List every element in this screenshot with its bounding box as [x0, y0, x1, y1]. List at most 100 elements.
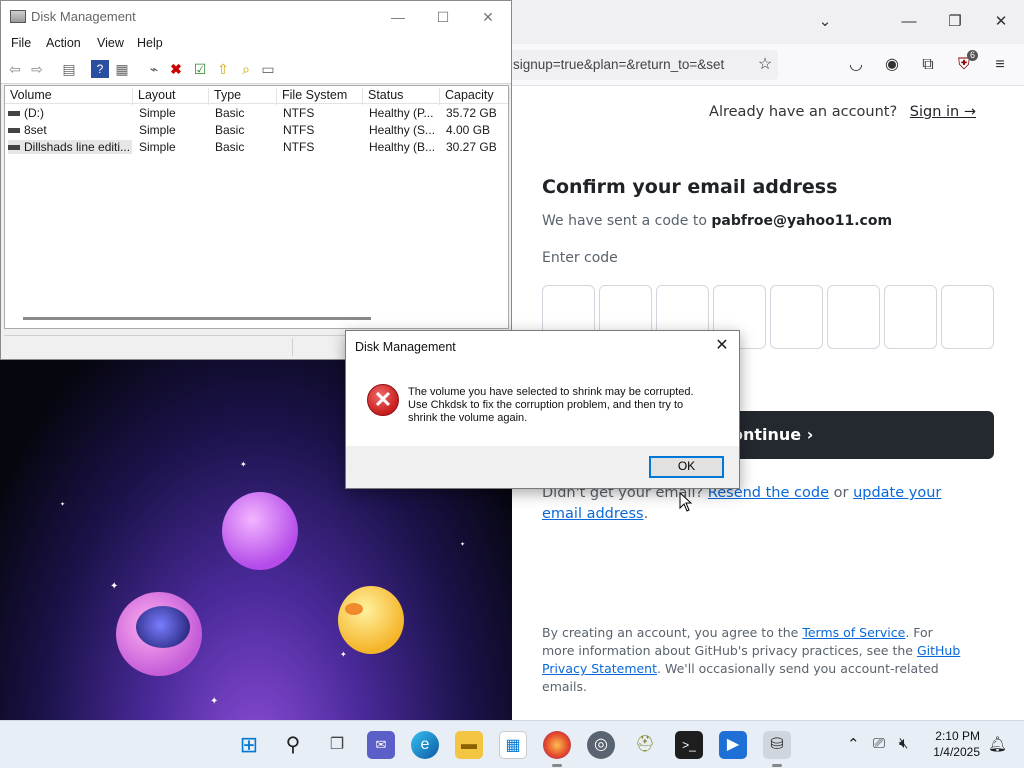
table-row[interactable]: 8set Simple Basic NTFS Healthy (S... 4.0… [5, 121, 508, 138]
dialog-message-line: shrink the volume again. [408, 412, 528, 424]
dm-minimize-button[interactable]: — [378, 5, 418, 29]
check-icon[interactable]: ☑ [191, 60, 209, 78]
table-row[interactable]: (D:) Simple Basic NTFS Healthy (P... 35.… [5, 104, 508, 121]
volume-muted-icon[interactable]: 🔇︎ [899, 735, 908, 752]
star-decoration: ✦ [240, 460, 247, 469]
error-icon: ✕ [367, 384, 399, 416]
help-icon[interactable]: ? [91, 60, 109, 78]
horizontal-scrollbar[interactable] [23, 317, 371, 320]
steam-icon[interactable]: ◎ [587, 731, 615, 759]
back-arrow-icon[interactable]: ⇦ [6, 60, 24, 78]
menu-view[interactable]: View [97, 36, 124, 50]
page-title: Confirm your email address [542, 176, 838, 198]
cell-capacity: 30.27 GB [446, 140, 497, 154]
forward-arrow-icon[interactable]: ⇨ [28, 60, 46, 78]
folder-up-icon[interactable]: ⇧ [214, 60, 232, 78]
cell-type: Basic [215, 140, 245, 154]
pocket-icon[interactable]: ◡ [845, 54, 867, 76]
code-digit-input[interactable] [941, 285, 994, 349]
sign-in-link[interactable]: Sign in → [910, 104, 976, 120]
star-decoration: ✦ [110, 581, 119, 592]
address-bar[interactable]: signup=true&plan=&return_to=&set [512, 50, 778, 80]
file-explorer-icon[interactable]: ▬ [455, 731, 483, 759]
table-row-selected[interactable]: Dillshads line editi... Simple Basic NTF… [5, 138, 508, 155]
ok-button[interactable]: OK [649, 456, 724, 478]
duck-beak [345, 603, 363, 615]
column-header-type[interactable]: Type [209, 88, 277, 105]
column-header-capacity[interactable]: Capacity [440, 88, 510, 105]
search-folder-icon[interactable]: ⌕ [237, 60, 255, 78]
bookmark-star-icon[interactable]: ☆ [754, 54, 776, 76]
error-dialog: Disk Management ✕ ✕ The volume you have … [345, 330, 740, 489]
show-hidden-icons-chevron-icon[interactable]: ⌃ [847, 735, 860, 753]
show-hide-tree-icon[interactable]: ▤ [60, 60, 78, 78]
volume-list[interactable]: Volume Layout Type File System Status Ca… [4, 85, 510, 329]
resend-prompt: Didn't get your email? Resend the code o… [542, 485, 942, 522]
column-header-volume[interactable]: Volume [5, 88, 133, 105]
hamburger-menu-icon[interactable]: ≡ [989, 54, 1011, 76]
mascot-duck-illustration [338, 586, 404, 654]
extensions-icon[interactable]: ⧉ [917, 54, 939, 76]
teams-chat-icon[interactable]: ✉ [367, 731, 395, 759]
ublock-origin-icon[interactable]: ⛨ 6 [953, 50, 978, 76]
app-icon[interactable]: ⛑ [631, 731, 659, 759]
minimize-button[interactable]: — [894, 8, 924, 36]
dialog-message-line: Use Chkdsk to fix the corruption problem… [408, 399, 684, 411]
cell-type: Basic [215, 106, 245, 120]
dm-titlebar: Disk Management — ☐ ✕ [1, 1, 511, 32]
dialog-message-line: The volume you have selected to shrink m… [408, 386, 694, 398]
terminal-icon[interactable]: >_ [675, 731, 703, 759]
system-clock[interactable]: 2:10 PM 1/4/2025 [933, 728, 980, 760]
email-address: pabfroe@yahoo11.com [711, 213, 893, 229]
microsoft-store-icon[interactable]: ▦ [499, 731, 527, 759]
delete-icon[interactable]: ✖ [167, 60, 185, 78]
edge-browser-icon[interactable]: e [411, 731, 439, 759]
extension-badge: 6 [966, 50, 978, 61]
close-button[interactable]: ✕ [986, 8, 1016, 36]
firefox-icon[interactable] [543, 731, 571, 767]
column-header-status[interactable]: Status [363, 88, 440, 105]
search-icon[interactable]: ⚲ [279, 731, 307, 759]
notification-bell-icon[interactable]: 🔔︎ [988, 735, 1007, 753]
cell-capacity: 35.72 GB [446, 106, 497, 120]
code-digit-input[interactable] [827, 285, 880, 349]
code-digit-input[interactable] [770, 285, 823, 349]
cell-volume: (D:) [8, 106, 132, 120]
task-view-icon[interactable]: ❐ [323, 731, 351, 759]
menu-help[interactable]: Help [137, 36, 163, 50]
account-icon[interactable]: ◉ [881, 54, 903, 76]
legal-text-1: By creating an account, you agree to the [542, 625, 799, 640]
connect-disk-icon[interactable]: ⌁ [145, 60, 163, 78]
volume-name: Dillshads line editi... [24, 140, 131, 154]
column-header-file-system[interactable]: File System [277, 88, 363, 105]
code-digit-input[interactable] [884, 285, 937, 349]
network-icon[interactable]: ⎚ [873, 735, 885, 752]
dm-window-title: Disk Management [31, 9, 136, 24]
browser-titlebar: ⌄ — ❐ ✕ [512, 0, 1024, 44]
volume-list-icon[interactable]: ▭ [259, 60, 277, 78]
terms-of-service-link[interactable]: Terms of Service [802, 625, 905, 640]
dialog-close-button[interactable]: ✕ [711, 335, 733, 357]
cell-layout: Simple [139, 106, 176, 120]
dm-maximize-button[interactable]: ☐ [423, 5, 463, 29]
volume-name: 8set [24, 123, 47, 137]
disk-icon [8, 145, 20, 151]
menu-action[interactable]: Action [46, 36, 81, 50]
star-decoration: ✦ [460, 542, 466, 548]
remote-desktop-icon[interactable]: ▶ [719, 731, 747, 759]
properties-icon[interactable]: ▦ [113, 60, 131, 78]
cell-status: Healthy (P... [369, 106, 434, 120]
tab-list-chevron-icon[interactable]: ⌄ [810, 8, 840, 36]
volume-name: (D:) [24, 106, 44, 120]
code-sent-text: We have sent a code to pabfroe@yahoo11.c… [542, 213, 892, 229]
star-decoration: ✦ [210, 696, 219, 707]
column-header-layout[interactable]: Layout [133, 88, 209, 105]
status-divider [292, 338, 293, 356]
star-decoration: ✦ [60, 502, 66, 508]
maximize-button[interactable]: ❐ [940, 8, 970, 36]
disk-management-taskbar-icon[interactable]: ⛁ [763, 731, 791, 767]
menu-file[interactable]: File [11, 36, 31, 50]
disk-management-window: Disk Management — ☐ ✕ File Action View H… [0, 0, 512, 360]
dm-close-button[interactable]: ✕ [468, 5, 508, 29]
start-windows-icon[interactable]: ⊞ [235, 731, 263, 759]
